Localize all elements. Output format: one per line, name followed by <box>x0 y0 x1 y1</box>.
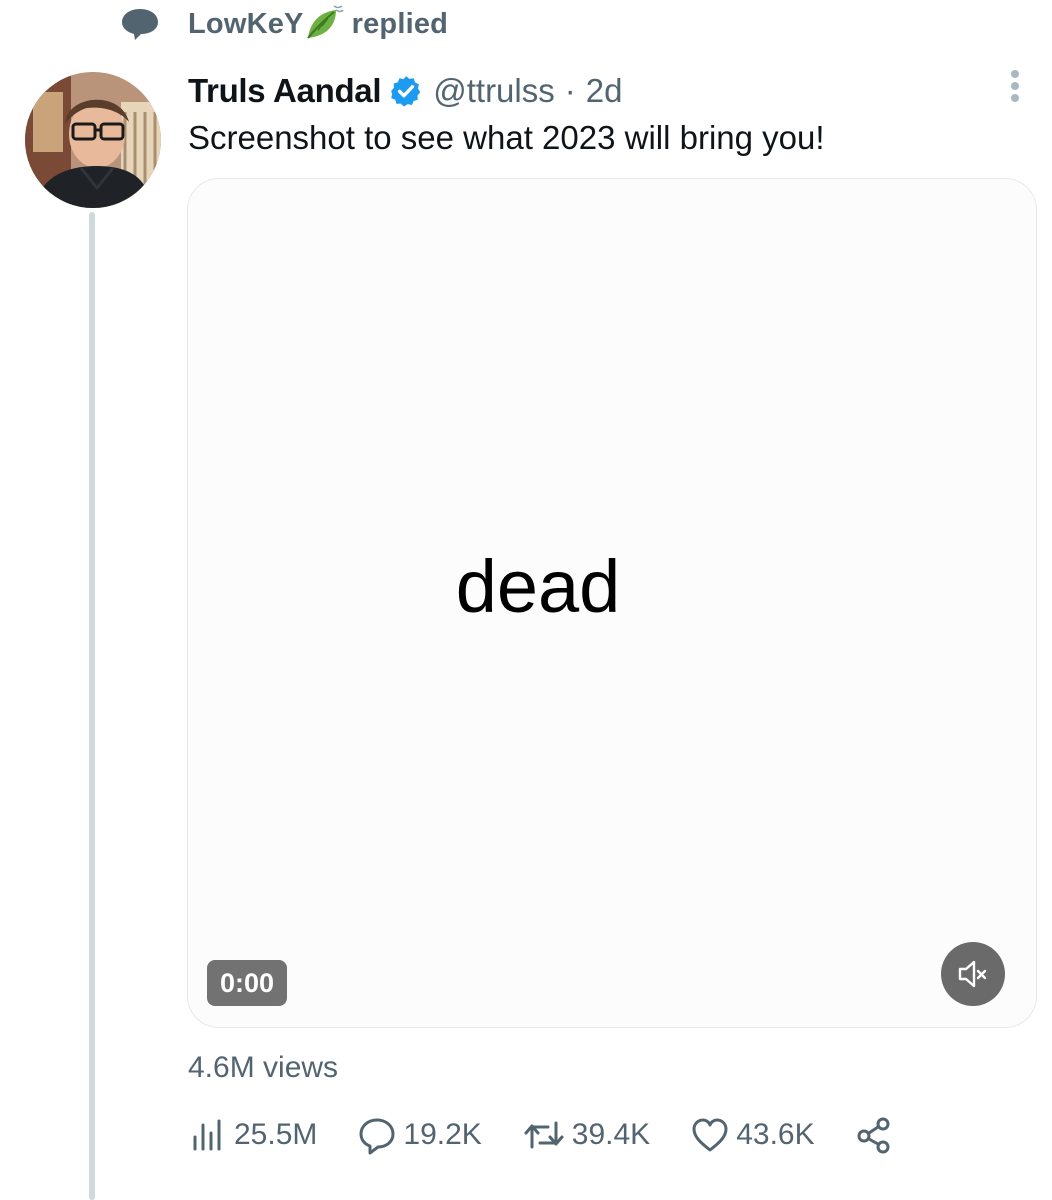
user-handle[interactable]: @ttrulss <box>433 72 555 110</box>
video-frame-text: dead <box>455 545 621 628</box>
tweet-time[interactable]: 2d <box>586 72 623 110</box>
verified-badge-icon <box>391 76 421 107</box>
analytics-icon <box>193 1119 221 1151</box>
mute-button[interactable] <box>941 942 1005 1006</box>
reply-button[interactable]: 19.2K <box>357 1115 482 1155</box>
reply-icon <box>359 1118 395 1155</box>
share-button[interactable] <box>855 1115 901 1155</box>
like-button[interactable]: 43.6K <box>690 1115 815 1155</box>
display-name[interactable]: Truls Aandal <box>188 72 382 110</box>
action-bar: 25.5M 19.2K 39.4K 43.6K <box>188 1112 901 1158</box>
social-context: LowKeY replied <box>120 0 448 48</box>
avatar[interactable] <box>25 72 161 208</box>
thread-line <box>89 212 95 1200</box>
leaf-fluttering-in-wind-emoji <box>306 5 344 39</box>
context-action: replied <box>351 7 449 40</box>
speaker-muted-icon <box>958 960 987 988</box>
like-count: 43.6K <box>736 1118 815 1151</box>
retweet-button[interactable]: 39.4K <box>522 1115 650 1155</box>
heart-icon <box>692 1118 728 1152</box>
reply-count: 19.2K <box>403 1118 482 1151</box>
separator-dot: · <box>564 72 576 109</box>
tweet-header: Truls Aandal @ttrulss · 2d <box>188 66 622 116</box>
tweet-text: Screenshot to see what 2023 will bring y… <box>188 119 825 156</box>
views-count: 4.6M views <box>188 1051 339 1084</box>
speech-bubble-icon <box>122 9 158 40</box>
analytics-button[interactable]: 25.5M <box>188 1115 317 1155</box>
share-icon <box>857 1117 890 1154</box>
video-timestamp: 0:00 <box>207 960 288 1006</box>
more-options-icon[interactable] <box>1000 68 1030 108</box>
replier-name[interactable]: LowKeY <box>188 8 304 41</box>
retweet-count: 39.4K <box>571 1118 651 1151</box>
avatar-photo <box>25 72 161 208</box>
analytics-count: 25.5M <box>234 1118 318 1151</box>
retweet-icon <box>524 1121 564 1149</box>
